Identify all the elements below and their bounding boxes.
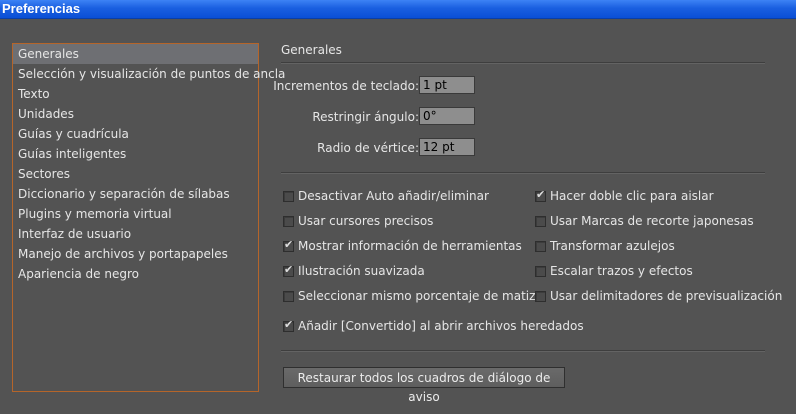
keyboard-increment-row: Incrementos de teclado: — [273, 76, 481, 96]
checkbox-label: Desactivar Auto añadir/eliminar — [298, 189, 489, 203]
checkmark-icon: ✔ — [284, 238, 294, 251]
sidebar-item-texto[interactable]: Texto — [13, 84, 258, 104]
checkmark-icon: ✔ — [284, 263, 294, 276]
checkbox-label: Transformar azulejos — [550, 239, 675, 253]
checkbox-label: Usar Marcas de recorte japonesas — [550, 214, 754, 228]
keyboard-increment-label: Incrementos de teclado: — [273, 79, 419, 93]
keyboard-increment-input[interactable] — [419, 76, 475, 94]
checkbox-box[interactable]: ✔ — [283, 238, 294, 252]
reset-warning-dialogs-button[interactable]: Restaurar todos los cuadros de diálogo d… — [283, 367, 565, 404]
section-title: Generales — [281, 43, 342, 57]
checkbox-box[interactable]: ✔ — [283, 263, 294, 277]
checkbox-box[interactable] — [283, 191, 294, 202]
corner-radius-label: Radio de vértice: — [317, 141, 419, 155]
checkbox-label: Añadir [Convertido] al abrir archivos he… — [298, 319, 584, 333]
checkbox-box[interactable] — [283, 291, 294, 302]
sidebar-item-guias-inteligentes[interactable]: Guías inteligentes — [13, 144, 258, 164]
checkmark-icon: ✔ — [536, 188, 546, 201]
sidebar-item-guias-cuadricula[interactable]: Guías y cuadrícula — [13, 124, 258, 144]
sidebar-item-archivos[interactable]: Manejo de archivos y portapapeles — [13, 244, 258, 264]
checkbox-box[interactable] — [535, 216, 546, 227]
constrain-angle-label: Restringir ángulo: — [312, 110, 419, 124]
checkbox-label: Mostrar información de herramientas — [298, 239, 522, 253]
corner-radius-row: Radio de vértice: — [281, 138, 481, 158]
sidebar-item-unidades[interactable]: Unidades — [13, 104, 258, 124]
sidebar-item-interfaz[interactable]: Interfaz de usuario — [13, 224, 258, 244]
window-title: Preferencias — [2, 1, 81, 16]
sidebar-item-plugins[interactable]: Plugins y memoria virtual — [13, 204, 258, 224]
corner-radius-input[interactable] — [419, 138, 475, 156]
checkbox-box[interactable]: ✔ — [283, 318, 294, 332]
constrain-angle-input[interactable] — [419, 107, 475, 125]
options-divider-bottom — [281, 350, 765, 352]
checkbox-label: Ilustración suavizada — [298, 264, 425, 278]
preferences-category-list[interactable]: Generales Selección y visualización de p… — [12, 43, 285, 392]
checkbox-label: Escalar trazos y efectos — [550, 264, 693, 278]
checkbox-box[interactable]: ✔ — [535, 188, 546, 202]
checkbox-label: Usar delimitadores de previsualización — [550, 289, 783, 303]
checkbox-label: Seleccionar mismo porcentaje de matiz — [298, 289, 536, 303]
checkbox-label: Usar cursores precisos — [298, 214, 434, 228]
checkbox-box[interactable] — [535, 291, 546, 302]
sidebar-item-sectores[interactable]: Sectores — [13, 164, 258, 184]
constrain-angle-row: Restringir ángulo: — [281, 107, 481, 127]
checkbox-box[interactable] — [283, 216, 294, 227]
sidebar-item-negro[interactable]: Apariencia de negro — [13, 264, 258, 284]
sidebar-item-anchor-points[interactable]: Selección y visualización de puntos de a… — [13, 64, 285, 84]
checkbox-box[interactable] — [535, 266, 546, 277]
sidebar-item-generales[interactable]: Generales — [13, 44, 258, 64]
sidebar-item-diccionario[interactable]: Diccionario y separación de sílabas — [13, 184, 258, 204]
section-divider — [281, 62, 765, 64]
window-title-bar[interactable]: Preferencias — [0, 0, 796, 19]
checkbox-box[interactable] — [535, 241, 546, 252]
checkmark-icon: ✔ — [284, 318, 294, 331]
options-divider-top — [281, 172, 765, 174]
checkbox-label: Hacer doble clic para aislar — [550, 189, 714, 203]
